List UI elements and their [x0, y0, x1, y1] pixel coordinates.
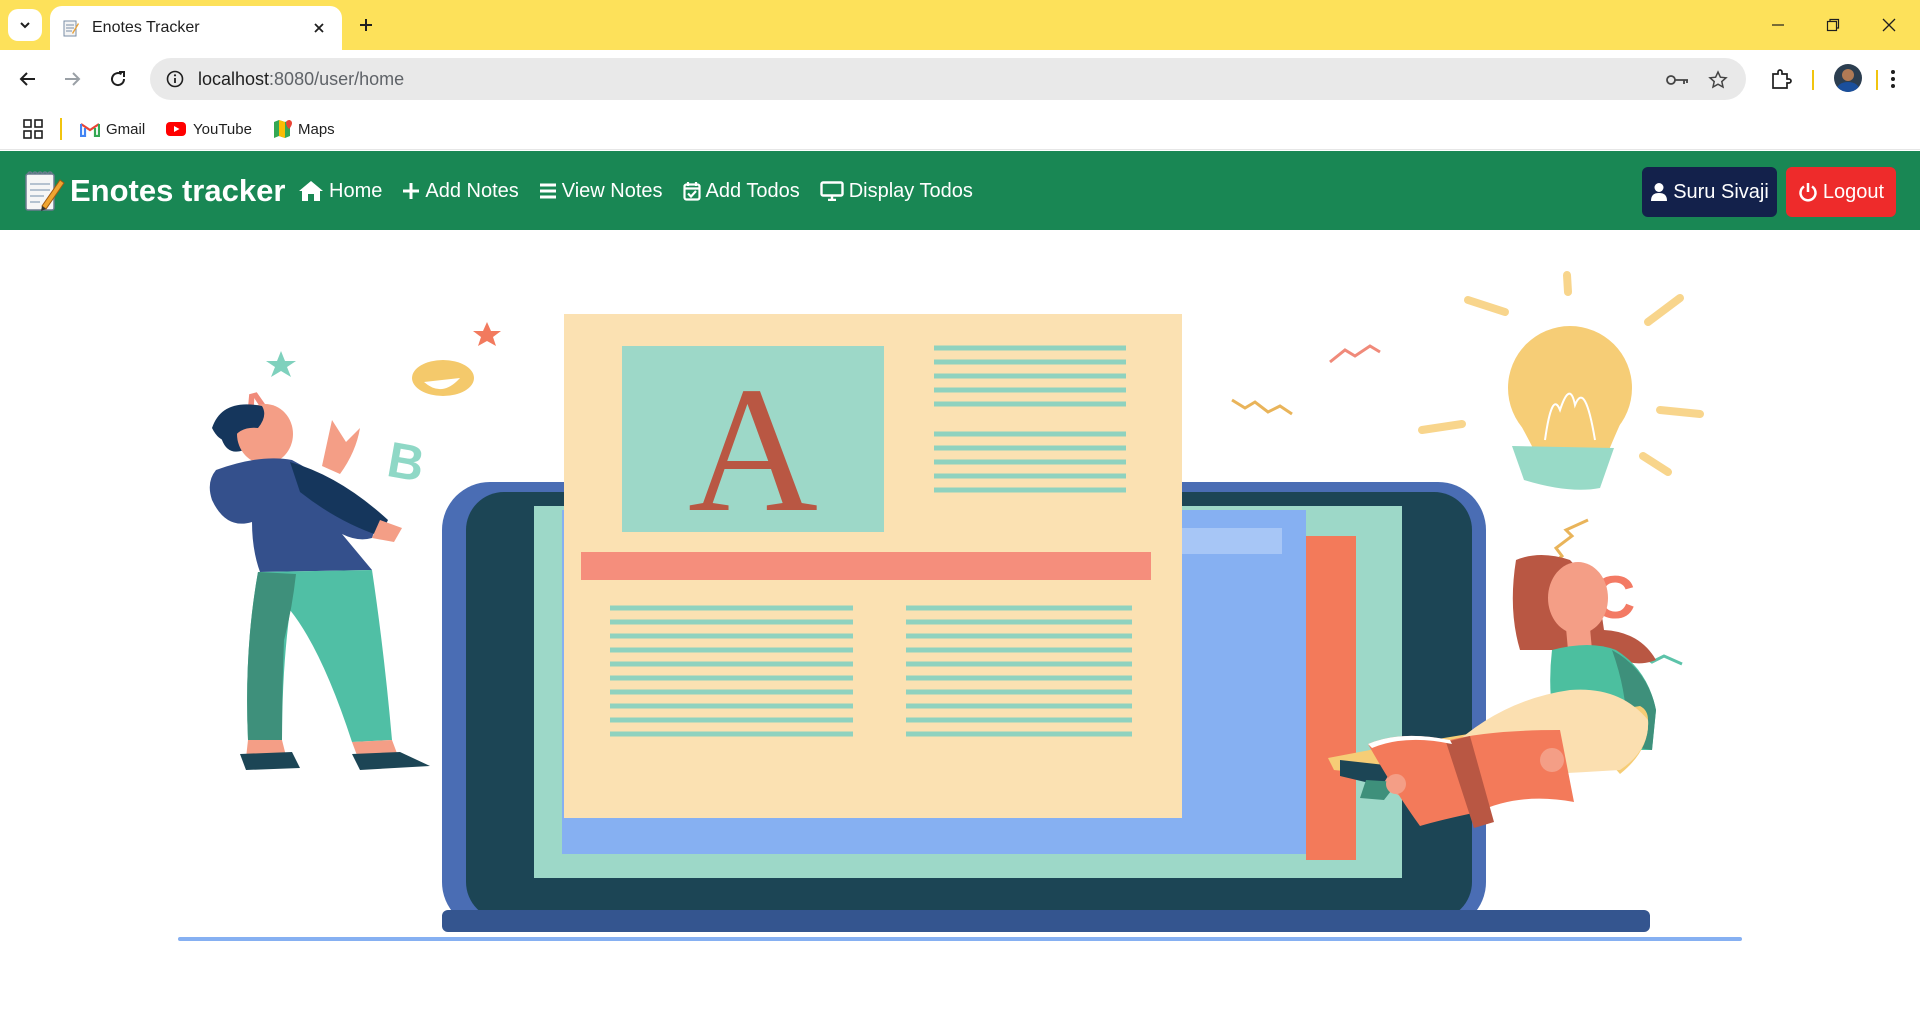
close-icon [314, 23, 324, 33]
bookmark-label: Maps [298, 120, 335, 138]
chevron-down-icon [20, 22, 30, 29]
calendar-check-icon [682, 182, 701, 201]
minimize-icon [1772, 24, 1784, 26]
bookmarks-bar: Gmail YouTube Maps [0, 108, 1920, 150]
url-host: localhost [198, 68, 270, 89]
nav-links: Home Add Notes View Notes Add Todos Disp… [298, 173, 993, 209]
extensions-button[interactable] [1766, 64, 1796, 94]
nav-add-todos-link[interactable]: Add Todos [682, 179, 800, 203]
close-icon [1882, 18, 1896, 32]
kebab-menu-icon [1891, 70, 1895, 88]
puzzle-icon [1772, 69, 1792, 89]
reload-icon [111, 71, 126, 87]
browser-toolbar: localhost:8080/user/home [0, 50, 1920, 108]
minimize-button[interactable] [1761, 10, 1795, 40]
nav-display-todos-link[interactable]: Display Todos [820, 180, 973, 203]
nav-home-link[interactable]: Home [298, 180, 382, 203]
logout-label: Logout [1822, 180, 1885, 203]
tab-search-button[interactable] [8, 9, 42, 41]
user-icon [1651, 183, 1668, 201]
bookmark-maps[interactable]: Maps [272, 116, 335, 142]
youtube-icon [166, 122, 186, 136]
new-tab-button[interactable] [352, 11, 380, 39]
notepad-logo-icon [25, 171, 65, 211]
bookmark-label: YouTube [193, 120, 252, 138]
nav-link-label: Home [329, 179, 383, 202]
app-navbar: Enotes tracker Home Add Notes View Notes… [0, 151, 1920, 230]
star-icon [1708, 70, 1728, 89]
list-icon [539, 183, 556, 199]
nav-view-notes-link[interactable]: View Notes [539, 180, 663, 203]
decor-lemon-icon [412, 360, 474, 396]
monitor-icon [820, 181, 844, 201]
close-window-button[interactable] [1872, 10, 1906, 40]
nav-add-notes-link[interactable]: Add Notes [402, 179, 519, 203]
decor-star-icon [473, 322, 501, 346]
decor-star-icon [266, 351, 296, 377]
password-key-button[interactable] [1666, 68, 1690, 92]
plus-icon [403, 183, 420, 199]
letter-b: B [383, 431, 428, 492]
info-icon [166, 70, 184, 88]
decor-zigzag [1329, 344, 1381, 364]
url-text: localhost:8080/user/home [198, 69, 404, 90]
bookmark-gmail[interactable]: Gmail [80, 116, 145, 142]
tab-close-button[interactable] [308, 17, 330, 39]
arrow-right-icon [65, 72, 81, 86]
bookmark-youtube[interactable]: YouTube [165, 116, 252, 142]
site-info-button[interactable] [164, 68, 186, 90]
key-icon [1666, 75, 1688, 85]
hero-illustration: A B C [178, 271, 1742, 941]
browser-menu-button[interactable] [1878, 64, 1908, 94]
browser-tab-active[interactable]: Enotes Tracker [50, 6, 342, 50]
reload-button[interactable] [103, 64, 133, 94]
user-profile-button[interactable]: Suru Sivaji [1642, 167, 1777, 217]
forward-button[interactable] [57, 64, 87, 94]
hero-section: A B C [0, 230, 1920, 1022]
tab-title: Enotes Tracker [92, 19, 200, 36]
gmail-icon [80, 123, 100, 137]
address-bar[interactable]: localhost:8080/user/home [150, 58, 1746, 100]
toolbar-divider [1812, 70, 1814, 90]
power-icon [1799, 183, 1817, 202]
plus-icon [360, 19, 372, 31]
back-button[interactable] [13, 64, 43, 94]
home-icon [299, 181, 323, 201]
brand-name: Enotes tracker [70, 173, 286, 208]
decor-zigzag [1231, 398, 1293, 416]
letter-a-large: A [688, 350, 818, 549]
arrow-left-icon [19, 72, 35, 86]
url-path: :8080/user/home [269, 68, 405, 89]
user-name: Suru Sivaji [1673, 180, 1769, 203]
logout-button[interactable]: Logout [1786, 167, 1896, 217]
brand-link[interactable]: Enotes tracker [22, 167, 285, 215]
document-page-illustration: A [564, 314, 1182, 818]
bookmarks-divider [60, 118, 62, 140]
lightbulb-icon [1418, 271, 1704, 490]
notepad-favicon-icon [63, 20, 79, 37]
nav-link-label: Add Todos [705, 179, 800, 202]
bookmark-star-button[interactable] [1706, 68, 1730, 92]
restore-button[interactable] [1816, 10, 1850, 40]
nav-link-label: View Notes [561, 179, 663, 202]
profile-avatar[interactable] [1834, 64, 1862, 92]
bookmark-label: Gmail [106, 120, 146, 138]
apps-grid-icon[interactable] [22, 118, 44, 140]
nav-link-label: Display Todos [848, 179, 973, 202]
nav-link-label: Add Notes [425, 179, 519, 202]
browser-tabstrip: Enotes Tracker [0, 0, 1920, 50]
restore-icon [1826, 18, 1840, 32]
maps-icon [274, 120, 292, 138]
